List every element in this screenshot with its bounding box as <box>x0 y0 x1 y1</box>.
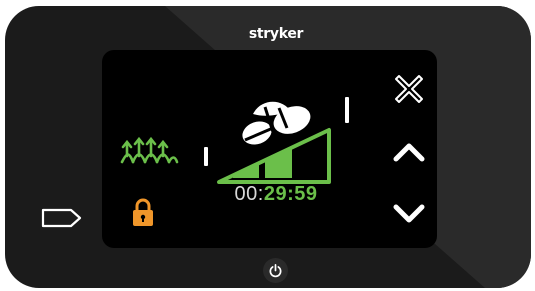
power-button[interactable] <box>263 258 288 283</box>
incline-level-1 <box>233 163 259 178</box>
chevron-down-icon[interactable] <box>392 202 426 226</box>
lower-limit-marker <box>204 147 208 166</box>
incline-indicator <box>204 97 349 184</box>
chevron-up-icon[interactable] <box>392 139 426 163</box>
timer-value: 29:59 <box>263 183 318 205</box>
display-screen: 00:29:59 <box>102 50 437 248</box>
power-icon <box>269 264 282 278</box>
brand-logo: stryker <box>248 26 304 42</box>
lock-icon[interactable] <box>132 197 154 227</box>
timer-display: 00:29:59 <box>216 183 336 206</box>
upper-limit-marker <box>345 97 349 123</box>
close-x-icon[interactable] <box>393 73 425 105</box>
timer-prefix: 00: <box>234 183 264 205</box>
tag-outline-icon[interactable] <box>41 207 83 229</box>
air-pump-waves-icon <box>120 136 179 164</box>
